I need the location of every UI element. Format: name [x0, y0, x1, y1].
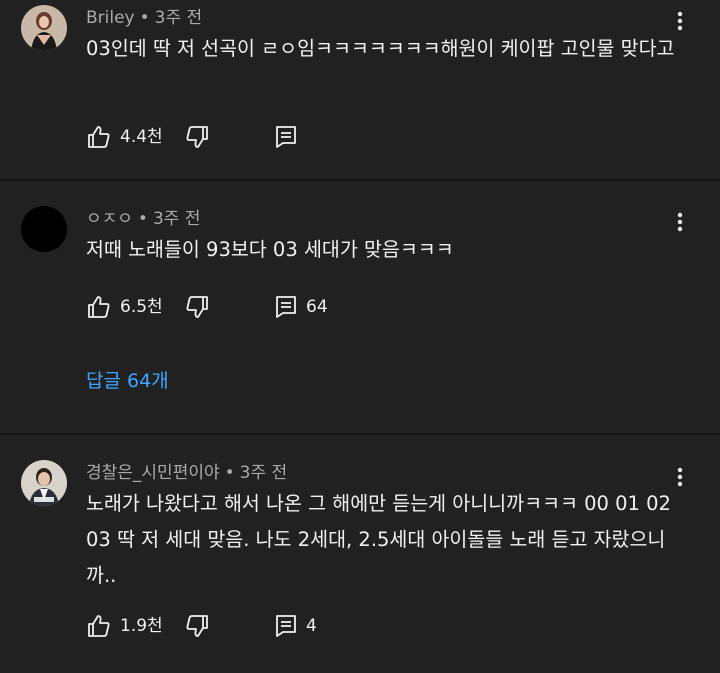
- comment-actions: 6.5천 64: [86, 294, 486, 324]
- more-options-button[interactable]: [665, 462, 695, 492]
- comment-text: 저때 노래들이 93보다 03 세대가 맞음ㅋㅋㅋ: [86, 238, 454, 261]
- more-options-button[interactable]: [665, 207, 695, 237]
- divider: [0, 179, 720, 181]
- comment-time: 3주 전: [154, 8, 203, 28]
- more-options-button[interactable]: [665, 6, 695, 36]
- like-count: 4.4천: [120, 127, 163, 147]
- reply-button[interactable]: [273, 613, 299, 639]
- comment-text: 03인데 딱 저 선곡이 ㄹㅇ임ㅋㅋㅋㅋㅋㅋㅋ해원이 케이팝 고인물 맞다고: [86, 37, 675, 60]
- more-vertical-icon: [677, 212, 683, 232]
- comment-actions: 4.4천: [86, 124, 486, 154]
- author-name[interactable]: 경찰은_시민편이야: [86, 463, 220, 483]
- dislike-button[interactable]: [184, 613, 210, 639]
- view-replies-link[interactable]: 답글 64개: [86, 369, 169, 393]
- like-count: 1.9천: [120, 616, 163, 636]
- like-button[interactable]: [86, 294, 112, 320]
- comment-meta: ㅇㅈㅇ • 3주 전: [86, 208, 200, 230]
- comment-actions: 1.9천 4: [86, 613, 486, 643]
- black-circle-icon: [21, 206, 67, 252]
- comment-text: 노래가 나왔다고 해서 나온 그 해에만 듣는게 아니니까ㅋㅋㅋ 00 01 0…: [86, 492, 671, 587]
- thumbs-down-icon: [186, 126, 208, 148]
- dislike-button[interactable]: [184, 294, 210, 320]
- meta-separator: •: [137, 209, 148, 229]
- avatar[interactable]: [21, 206, 67, 252]
- divider: [0, 433, 720, 435]
- author-name[interactable]: Briley: [86, 8, 135, 28]
- like-count: 6.5천: [120, 297, 163, 317]
- avatar[interactable]: [21, 460, 67, 506]
- reply-button[interactable]: [273, 124, 299, 150]
- comment-time: 3주 전: [239, 463, 288, 483]
- comment-icon: [276, 296, 296, 318]
- comment-time: 3주 전: [152, 209, 201, 229]
- comment-icon: [276, 126, 296, 148]
- like-button[interactable]: [86, 613, 112, 639]
- avatar[interactable]: [21, 5, 67, 51]
- thumbs-up-icon: [88, 126, 110, 148]
- author-name[interactable]: ㅇㅈㅇ: [86, 209, 133, 229]
- thumbs-down-icon: [186, 296, 208, 318]
- reply-button[interactable]: [273, 294, 299, 320]
- thumbs-up-icon: [88, 296, 110, 318]
- comment-icon: [276, 615, 296, 637]
- reply-count: 64: [306, 297, 328, 317]
- more-vertical-icon: [677, 467, 683, 487]
- comment-meta: Briley • 3주 전: [86, 7, 202, 29]
- thumbs-down-icon: [186, 615, 208, 637]
- meta-separator: •: [139, 8, 150, 28]
- meta-separator: •: [224, 463, 235, 483]
- more-vertical-icon: [677, 11, 683, 31]
- thumbs-up-icon: [88, 615, 110, 637]
- like-button[interactable]: [86, 124, 112, 150]
- comment-meta: 경찰은_시민편이야 • 3주 전: [86, 462, 287, 484]
- reply-count: 4: [306, 616, 317, 636]
- dislike-button[interactable]: [184, 124, 210, 150]
